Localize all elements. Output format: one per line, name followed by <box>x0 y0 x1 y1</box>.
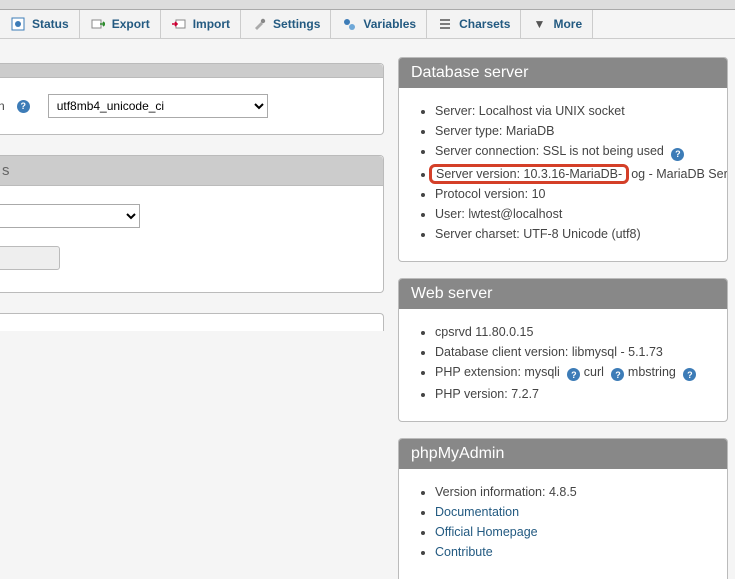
language-select[interactable] <box>0 204 140 228</box>
more-label: More <box>553 17 582 31</box>
database-server-title: Database server <box>399 58 727 88</box>
partial-panel <box>0 313 384 331</box>
db-version-highlight: Server version: 10.3.16-MariaDB- <box>429 164 629 184</box>
charsets-tab[interactable]: Charsets <box>427 10 521 38</box>
phpmyadmin-title: phpMyAdmin <box>399 439 727 469</box>
general-settings-panel: n ? utf8mb4_unicode_ci <box>0 63 384 135</box>
general-settings-header <box>0 64 383 78</box>
help-icon[interactable]: ? <box>611 368 624 381</box>
db-protocol-version: Protocol version: 10 <box>435 187 719 201</box>
pma-version: Version information: 4.8.5 <box>435 485 719 499</box>
pma-home-link[interactable]: Official Homepage <box>435 525 538 539</box>
settings-label: Settings <box>273 17 320 31</box>
import-icon <box>171 16 187 32</box>
web-phpversion: PHP version: 7.2.7 <box>435 387 719 401</box>
more-tab[interactable]: ▼ More <box>521 10 593 38</box>
status-label: Status <box>32 17 69 31</box>
import-tab[interactable]: Import <box>161 10 241 38</box>
variables-tab[interactable]: Variables <box>331 10 427 38</box>
collation-label-frag: n <box>0 99 5 113</box>
settings-icon <box>251 16 267 32</box>
web-dbclient: Database client version: libmysql - 5.1.… <box>435 345 719 359</box>
appearance-panel: s <box>0 155 384 293</box>
database-server-panel: Database server Server: Localhost via UN… <box>398 57 728 262</box>
status-tab[interactable]: Status <box>0 10 80 38</box>
pma-contribute-link[interactable]: Contribute <box>435 545 493 559</box>
help-icon[interactable]: ? <box>671 148 684 161</box>
db-server-host: Server: Localhost via UNIX socket <box>435 104 719 118</box>
variables-label: Variables <box>363 17 416 31</box>
theme-button-frag[interactable] <box>0 246 60 270</box>
db-charset: Server charset: UTF-8 Unicode (utf8) <box>435 227 719 241</box>
status-icon <box>10 16 26 32</box>
db-user: User: lwtest@localhost <box>435 207 719 221</box>
db-server-version: Server version: 10.3.16-MariaDB-og - Mar… <box>435 167 719 181</box>
variables-icon <box>341 16 357 32</box>
help-icon[interactable]: ? <box>683 368 696 381</box>
import-label: Import <box>193 17 230 31</box>
web-server-title: Web server <box>399 279 727 309</box>
db-server-type: Server type: MariaDB <box>435 124 719 138</box>
help-icon[interactable]: ? <box>567 368 580 381</box>
export-label: Export <box>112 17 150 31</box>
export-icon <box>90 16 106 32</box>
main-toolbar: Status Export Import Settings Variables … <box>0 10 735 39</box>
web-phpext: PHP extension: mysqli ? curl ? mbstring … <box>435 365 719 382</box>
charsets-icon <box>437 16 453 32</box>
settings-tab[interactable]: Settings <box>241 10 331 38</box>
charsets-label: Charsets <box>459 17 510 31</box>
more-icon: ▼ <box>531 16 547 32</box>
web-server-panel: Web server cpsrvd 11.80.0.15 Database cl… <box>398 278 728 423</box>
help-icon[interactable]: ? <box>17 100 30 113</box>
export-tab[interactable]: Export <box>80 10 161 38</box>
pma-doc-link[interactable]: Documentation <box>435 505 519 519</box>
db-server-connection: Server connection: SSL is not being used… <box>435 144 719 161</box>
web-cpsrvd: cpsrvd 11.80.0.15 <box>435 325 719 339</box>
collation-select[interactable]: utf8mb4_unicode_ci <box>48 94 268 118</box>
appearance-header: s <box>0 156 383 186</box>
